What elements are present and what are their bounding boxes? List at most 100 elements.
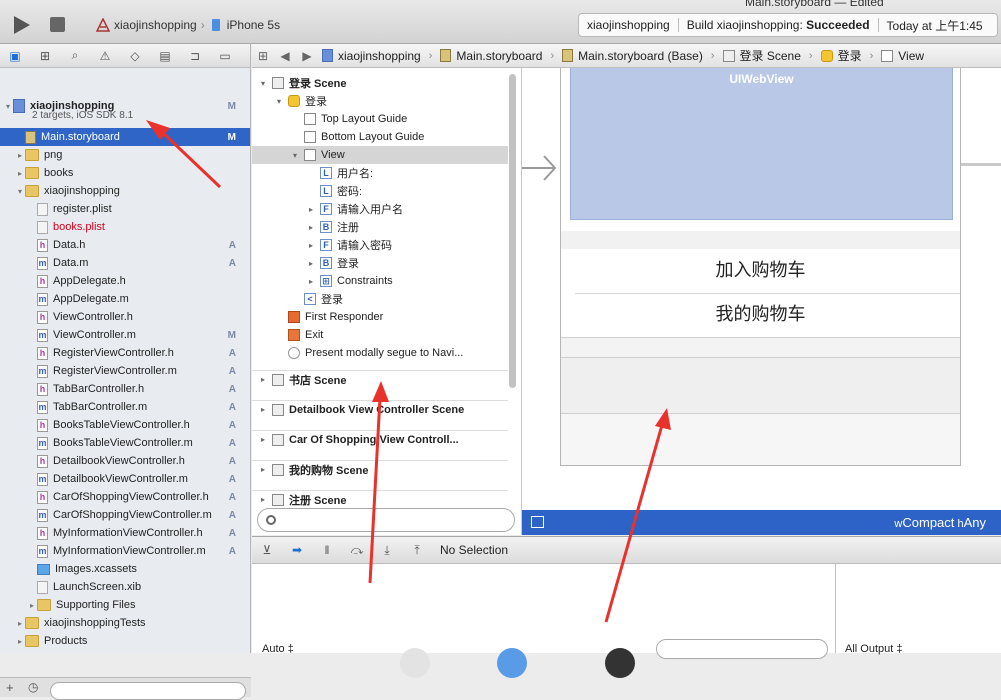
outline-scene-row[interactable]: ▾ 登录 Scene (252, 74, 508, 92)
outline-row[interactable]: ▸ F 请输入用户名 (252, 200, 508, 218)
file-tree-row[interactable]: Images.xcassets (0, 560, 250, 578)
disclosure-open-icon[interactable]: ▾ (274, 97, 284, 106)
file-tree-row[interactable]: ▸ books (0, 164, 250, 182)
jumpbar-item-storyboard-base[interactable]: Main.storyboard (Base) (558, 49, 707, 63)
forward-arrow-icon[interactable]: ▶ (296, 49, 318, 63)
file-tree-row[interactable]: m AppDelegate.m (0, 290, 250, 308)
file-tree-row[interactable]: h BooksTableViewController.h A (0, 416, 250, 434)
file-tree-row[interactable]: m DetailbookViewController.m A (0, 470, 250, 488)
disclosure-closed-icon[interactable]: ▸ (15, 151, 25, 160)
stop-button[interactable] (50, 17, 65, 32)
disclosure-closed-icon[interactable]: ▸ (15, 637, 25, 646)
outline-row[interactable]: ▸ B 登录 (252, 254, 508, 272)
disclosure-closed-icon[interactable]: ▸ (258, 495, 268, 504)
disclosure-closed-icon[interactable]: ▸ (306, 241, 316, 250)
my-cart-cell[interactable]: 我的购物车 (561, 293, 960, 337)
breakpoint-icon[interactable]: ⊐ (180, 49, 210, 63)
size-class-bar[interactable]: wCompact hAny (522, 510, 1001, 535)
uiwebview[interactable]: UIWebView (570, 68, 953, 220)
outline-row[interactable]: < 登录 (252, 290, 508, 308)
outline-scene-row[interactable]: ▸ Detailbook View Controller Scene (252, 400, 508, 418)
file-tree-row[interactable]: m BooksTableViewController.m A (0, 434, 250, 452)
disclosure-open-icon[interactable]: ▾ (290, 151, 300, 160)
console-filter-field[interactable] (656, 639, 828, 659)
disclosure-closed-icon[interactable]: ▸ (258, 375, 268, 384)
outline-row[interactable]: L 用户名: (252, 164, 508, 182)
file-tree-row[interactable]: h DetailbookViewController.h A (0, 452, 250, 470)
step-out-icon[interactable]: ⤒ (402, 543, 432, 558)
debug-gauge-icon[interactable]: ▤ (150, 49, 180, 63)
file-tree-row[interactable]: ▸ png (0, 146, 250, 164)
disclosure-open-icon[interactable]: ▾ (258, 79, 268, 88)
recent-clock-icon[interactable]: ◷ (28, 680, 38, 694)
file-tree-row[interactable]: LaunchScreen.xib (0, 578, 250, 596)
jumpbar-item-project[interactable]: xiaojinshopping (318, 49, 425, 63)
file-tree-row[interactable]: m TabBarController.m A (0, 398, 250, 416)
warning-icon[interactable]: ⚠ (90, 49, 120, 63)
jumpbar-item-controller[interactable]: 登录 (817, 47, 866, 64)
scene-view[interactable]: UIWebView 加入购物车 我的购物车 (560, 68, 961, 466)
outline-scene-row[interactable]: ▸ Car Of Shopping View Controll... (252, 430, 508, 448)
related-items-icon[interactable]: ⊞ (252, 49, 274, 63)
file-tree-row[interactable]: ▾ xiaojinshopping (0, 182, 250, 200)
variables-scope-select[interactable]: Auto ‡ (262, 643, 294, 655)
back-arrow-icon[interactable]: ◀ (274, 49, 296, 63)
file-tree-row[interactable]: h RegisterViewController.h A (0, 344, 250, 362)
file-tree-row[interactable]: h MyInformationViewController.h A (0, 524, 250, 542)
log-icon[interactable]: ▭ (210, 49, 240, 63)
file-tree-row[interactable]: m ViewController.m M (0, 326, 250, 344)
jumpbar-item-view[interactable]: View (877, 49, 928, 63)
disclosure-closed-icon[interactable]: ▸ (306, 223, 316, 232)
disclosure-closed-icon[interactable]: ▸ (27, 601, 37, 610)
disclosure-closed-icon[interactable]: ▸ (306, 259, 316, 268)
file-tree-row[interactable]: h ViewController.h (0, 308, 250, 326)
navigator-filter-field[interactable] (50, 682, 246, 700)
add-to-cart-cell[interactable]: 加入购物车 (561, 249, 960, 293)
disclosure-open-icon[interactable]: ▾ (15, 187, 25, 196)
search-icon[interactable]: ⌕ (60, 48, 90, 63)
add-icon[interactable]: + (6, 680, 14, 695)
file-tree-row[interactable]: h Data.h A (0, 236, 250, 254)
scheme-selector[interactable]: xiaojinshopping › iPhone 5s (96, 16, 280, 34)
disclosure-closed-icon[interactable]: ▸ (306, 277, 316, 286)
disclosure-closed-icon[interactable]: ▸ (15, 169, 25, 178)
file-tree-row[interactable]: Main.storyboard M (0, 128, 250, 146)
outline-row[interactable]: ▸ F 请输入密码 (252, 236, 508, 254)
file-tree-row[interactable]: h CarOfShoppingViewController.h A (0, 488, 250, 506)
outline-scene-row[interactable]: ▸ 我的购物 Scene (252, 460, 508, 478)
outline-row[interactable]: Top Layout Guide (252, 110, 508, 128)
file-tree-row[interactable]: ▸ Supporting Files (0, 596, 250, 614)
file-tree-row[interactable]: m RegisterViewController.m A (0, 362, 250, 380)
symbol-navigator-icon[interactable]: ⊞ (30, 49, 60, 63)
outline-row[interactable]: ▸ B 注册 (252, 218, 508, 236)
jumpbar-item-storyboard[interactable]: Main.storyboard (436, 49, 546, 63)
outline-row[interactable]: ▾ 登录 (252, 92, 508, 110)
run-button[interactable] (14, 16, 30, 34)
file-tree-row[interactable]: 2 targets, iOS SDK 8.1 (0, 106, 250, 124)
file-tree-row[interactable]: h TabBarController.h A (0, 380, 250, 398)
folder-icon[interactable]: ▣ (0, 49, 30, 63)
file-tree-row[interactable]: m Data.m A (0, 254, 250, 272)
test-diamond-icon[interactable]: ◇ (120, 49, 150, 63)
console-output-select[interactable]: All Output ‡ (845, 643, 902, 655)
disclosure-closed-icon[interactable]: ▸ (258, 405, 268, 414)
disclosure-closed-icon[interactable]: ▸ (258, 435, 268, 444)
outline-row[interactable]: ▾ View (252, 146, 508, 164)
step-in-icon[interactable]: ⤓ (372, 543, 402, 558)
file-tree-row[interactable]: ▸ xiaojinshoppingTests (0, 614, 250, 632)
sidebar-toggle-icon[interactable] (531, 516, 544, 528)
outline-scene-row[interactable]: ▸ 书店 Scene (252, 370, 508, 388)
debug-divider[interactable] (835, 564, 836, 653)
outline-row[interactable]: Exit (252, 326, 508, 344)
file-tree-row[interactable]: h AppDelegate.h (0, 272, 250, 290)
file-tree-row[interactable]: register.plist (0, 200, 250, 218)
outline-row[interactable]: ▸ ⊞ Constraints (252, 272, 508, 290)
breakpoints-toggle-icon[interactable]: ➡ (282, 543, 312, 557)
file-tree-row[interactable]: books.plist (0, 218, 250, 236)
disclosure-closed-icon[interactable]: ▸ (258, 465, 268, 474)
outline-row[interactable]: Present modally segue to Navi... (252, 344, 508, 362)
jumpbar-item-scene[interactable]: 登录 Scene (719, 47, 805, 64)
step-over-icon[interactable]: ⤼ (342, 543, 372, 558)
hide-debug-icon[interactable]: ⊻ (252, 543, 282, 557)
storyboard-canvas[interactable]: UIWebView 加入购物车 我的购物车 (522, 68, 1001, 510)
